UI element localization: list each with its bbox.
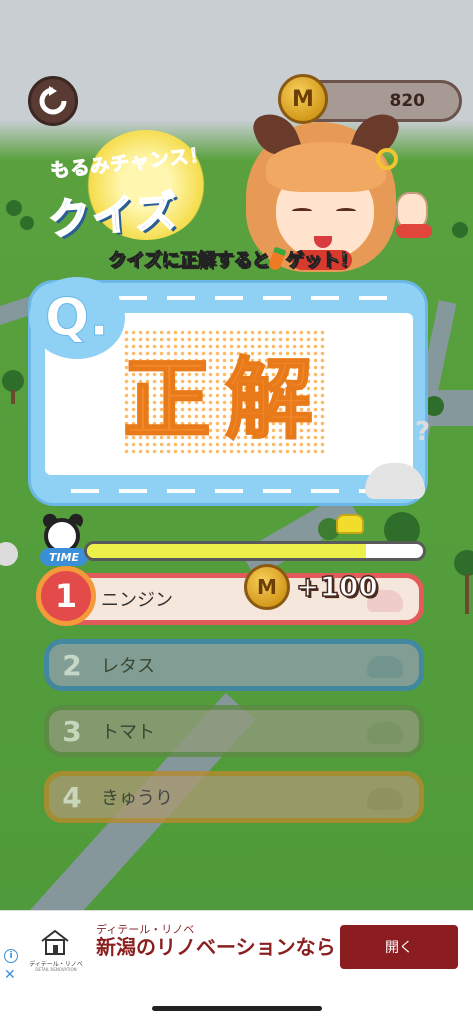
cat-silhouette-icon	[367, 656, 403, 678]
m-coin-icon: M	[244, 564, 290, 610]
time-label: TIME	[40, 548, 88, 566]
quiz-card: ? Q. 正解	[28, 277, 431, 506]
logo-title: クイズ	[46, 185, 182, 245]
home-indicator-area	[0, 984, 473, 1024]
chance-quiz-logo: もるみチャンス！ クイズ	[36, 130, 246, 250]
banner-text-before: クイズに正解すると	[108, 250, 270, 272]
option-number: 3	[62, 714, 82, 748]
frog-silhouette-icon	[367, 722, 403, 744]
tree	[20, 216, 34, 230]
ad-info-icon[interactable]: i	[4, 949, 18, 963]
tree	[452, 222, 468, 238]
option-label: きゅうり	[101, 788, 173, 809]
option-label: ニンジン	[101, 590, 173, 611]
ad-close-icon[interactable]: ✕	[4, 967, 16, 983]
ad-brand-sub: DETAIL RENOVATION	[35, 967, 77, 972]
option-label: レタス	[101, 656, 155, 677]
answer-option-4[interactable]: 4 きゅうり	[44, 771, 424, 823]
car-silhouette-icon	[365, 463, 425, 499]
tree	[2, 370, 24, 392]
house-icon	[41, 929, 69, 955]
mascot-eye-left	[292, 208, 312, 214]
mascot-eye-right	[336, 208, 356, 214]
ad-brand-logo: ディテール・リノベ DETAIL RENOVATION	[26, 925, 86, 973]
mascot-scrunchie	[396, 224, 432, 238]
question-mark-icon: ?	[415, 417, 431, 447]
tree-trunk	[11, 390, 15, 404]
coin-symbol: M	[292, 86, 314, 112]
tree-trunk	[465, 574, 469, 614]
option-label: トマト	[101, 722, 155, 743]
ad-banner[interactable]: i ✕ ディテール・リノベ DETAIL RENOVATION ディテール・リノ…	[0, 910, 473, 984]
reward-amount: +100	[295, 569, 378, 604]
ad-title: 新潟のリノベーションなら	[96, 935, 336, 959]
option-number: 2	[62, 648, 82, 682]
coin-count: 820	[389, 91, 426, 111]
card-dashes-bottom	[71, 489, 401, 493]
tree	[0, 542, 18, 566]
refresh-arrow-icon	[39, 86, 67, 115]
taxi-icon	[336, 514, 364, 534]
timer-bar	[84, 541, 426, 561]
banner-text-after: ゲット！	[285, 250, 358, 272]
card-dashes-top	[71, 296, 401, 300]
home-indicator[interactable]	[152, 1006, 322, 1011]
mascot-bangs	[266, 142, 386, 192]
option-number: 4	[62, 780, 82, 814]
timer-fill	[87, 544, 366, 558]
result-text: 正解	[122, 329, 328, 456]
answer-option-2[interactable]: 2 レタス	[44, 639, 424, 691]
correct-number-badge: 1	[36, 566, 96, 626]
tree	[6, 200, 22, 216]
back-button[interactable]	[28, 76, 78, 126]
ad-open-button[interactable]: 開く	[340, 925, 458, 969]
bird-silhouette-icon	[367, 788, 403, 810]
coin-symbol: M	[257, 575, 277, 599]
tree	[454, 550, 473, 576]
reward-banner: クイズに正解すると ゲット！	[108, 246, 358, 272]
question-badge: Q.	[29, 277, 125, 359]
mascot-hair-clip	[376, 148, 398, 170]
answer-option-3[interactable]: 3 トマト	[44, 705, 424, 757]
